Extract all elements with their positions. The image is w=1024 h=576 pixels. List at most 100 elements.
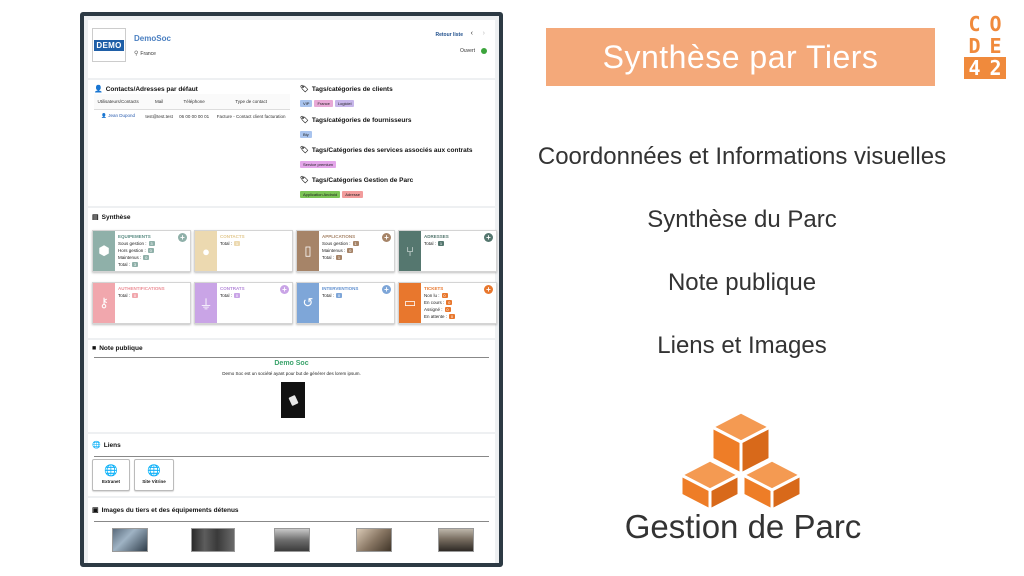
column-header: Téléphone: [175, 94, 213, 110]
contacts-section-title: 👤 Contacts/Adresses par défaut: [94, 85, 198, 94]
add-adresse-button[interactable]: +: [484, 233, 493, 242]
extranet-link-button[interactable]: 🌐 Extranet: [92, 459, 130, 491]
tag-icon: 🏷: [300, 86, 309, 93]
card-line: Total :0: [322, 293, 343, 298]
contact-name-link[interactable]: Jean Dupond: [108, 113, 135, 118]
card-adresses[interactable]: ⑂ ADRESSES Total :1 +: [398, 230, 497, 272]
card-applications[interactable]: ▯ APPLICATIONS Sous gestion :1 Maintenus…: [296, 230, 395, 272]
key-icon: ⚷: [93, 283, 115, 323]
synthese-title: ▤ Synthèse: [92, 213, 131, 222]
tag-badge[interactable]: VIP: [300, 100, 313, 107]
previous-record-button[interactable]: ‹: [471, 30, 473, 37]
image-thumbnail[interactable]: [274, 528, 310, 552]
card-title: AUTHENTIFICATIONS: [118, 286, 165, 291]
tag-badge[interactable]: France: [314, 100, 333, 107]
card-title: EQUIPEMENTS: [118, 234, 151, 239]
card-equipements[interactable]: ⬢ EQUIPEMENTS Sous gestion :3 Hors gesti…: [92, 230, 191, 272]
company-country: ⚲ France: [134, 50, 156, 57]
feature-liens-images: Liens et Images: [657, 332, 827, 359]
globe-icon: 🌐: [104, 465, 118, 477]
add-contrat-button[interactable]: +: [280, 285, 289, 294]
ticket-icon: ▭: [399, 283, 421, 323]
note-icon: ■: [92, 345, 97, 352]
contact-phone: 06 00 00 00 01: [179, 113, 210, 119]
subtitle-gestion-de-parc: Gestion de Parc: [624, 508, 862, 545]
contact-cell: 👤 Jean Dupond: [94, 110, 142, 123]
image-icon: ▣: [92, 507, 99, 514]
divider: [94, 357, 489, 358]
back-to-list-link[interactable]: Retour liste: [435, 32, 463, 38]
tag-icon: 🏷: [300, 177, 309, 184]
status-label: Ouvert: [459, 48, 475, 54]
user-icon: 👤: [94, 86, 103, 93]
liens-title: 🌐 Liens: [92, 441, 121, 450]
note-body: Demo Soc est un société ayant pour but d…: [222, 371, 361, 376]
app-screenshot-frame: DEMO DemoSoc ⚲ France Retour liste ‹ › Ou…: [80, 12, 503, 567]
tag-badge[interactable]: Bty: [300, 131, 312, 138]
tag-badge[interactable]: Logiciel: [334, 100, 355, 107]
tag-badge[interactable]: Service premium: [300, 161, 337, 168]
code42-logo: C O D E 4 2: [964, 13, 1006, 101]
card-line: Total :0: [220, 293, 241, 298]
globe-icon: 🌐: [147, 465, 161, 477]
contact-person-icon: 👤: [101, 113, 107, 118]
tag-badge[interactable]: Adresse: [342, 191, 363, 198]
site-vitrine-link-button[interactable]: 🌐 Site Vitrine: [134, 459, 174, 491]
company-logo: DEMO: [92, 28, 126, 62]
country-label: France: [140, 51, 156, 57]
feature-note: Note publique: [667, 269, 817, 296]
card-contacts[interactable]: ● CONTACTS Total :1: [194, 230, 293, 272]
parc-tags: Application Android Adresse: [300, 191, 363, 198]
history-icon: ↺: [297, 283, 319, 323]
images-section: ▣ Images du tiers et des équipements déte…: [88, 498, 495, 563]
note-image[interactable]: [281, 382, 305, 418]
card-tickets[interactable]: ▭ TICKETS Non lu :0 En cours :0 Assigné …: [398, 282, 497, 324]
column-header: Utilisateurs/Contacts: [94, 94, 143, 110]
add-equipement-button[interactable]: +: [178, 233, 187, 242]
globe-icon: 🌐: [92, 442, 101, 449]
add-intervention-button[interactable]: +: [382, 285, 391, 294]
tag-badge[interactable]: Application Android: [300, 191, 341, 198]
card-line: Maintenus :0: [118, 255, 150, 260]
table-row: 👤 Jean Dupond test@test.test 06 00 00 00…: [94, 110, 290, 123]
images-title: ▣ Images du tiers et des équipements déte…: [92, 506, 239, 515]
image-thumbnail[interactable]: [112, 528, 148, 552]
card-line: Sous gestion :3: [118, 241, 155, 246]
branch-icon: ⑂: [399, 231, 421, 271]
add-application-button[interactable]: +: [382, 233, 391, 242]
note-section: ■ Note publique Demo Soc Demo Soc est un …: [88, 340, 495, 432]
card-line: Total :0: [118, 293, 139, 298]
contacts-table: Utilisateurs/Contacts Mail Téléphone Typ…: [94, 94, 290, 122]
card-line: Sous gestion :1: [322, 241, 359, 246]
card-interventions[interactable]: ↺ INTERVENTIONS Total :0 +: [296, 282, 395, 324]
image-thumbnail[interactable]: [356, 528, 392, 552]
contacts-tags-section: 👤 Contacts/Adresses par défaut Utilisateu…: [88, 80, 495, 206]
cubes-icon: [680, 410, 802, 512]
card-contrats[interactable]: ⏚ CONTRATS Total :0 +: [194, 282, 293, 324]
service-tags: Service premium: [300, 161, 337, 168]
note-title: ■ Note publique: [92, 345, 143, 352]
feature-synthese: Synthèse du Parc: [647, 206, 837, 233]
image-thumbnail[interactable]: [191, 528, 235, 552]
card-authentifications[interactable]: ⚷ AUTHENTIFICATIONS Total :0: [92, 282, 191, 324]
table-header-row: Utilisateurs/Contacts Mail Téléphone Typ…: [94, 94, 290, 110]
card-line: Assigné :0: [424, 307, 451, 312]
card-line: Total :1: [220, 241, 241, 246]
contact-type: Facture - Contact client facturation: [216, 113, 286, 119]
supplier-tags-title: 🏷 Tags/catégories de fournisseurs: [300, 116, 412, 125]
card-line: En cours :0: [424, 300, 453, 305]
card-line: En attente :0: [424, 314, 456, 319]
parc-tags-title: 🏷 Tags/Catégories Gestion de Parc: [300, 176, 414, 185]
company-logo-text: DEMO: [94, 39, 124, 51]
next-record-button[interactable]: ›: [483, 30, 485, 37]
card-title: ADRESSES: [424, 234, 449, 239]
image-thumbnail[interactable]: [438, 528, 474, 552]
map-pin-icon: ⚲: [134, 51, 139, 57]
add-ticket-button[interactable]: +: [484, 285, 493, 294]
client-tags-title: 🏷 Tags/catégories de clients: [300, 85, 393, 94]
cube-icon: ⬢: [93, 231, 115, 271]
card-line: Total :1: [424, 241, 445, 246]
liens-section: 🌐 Liens 🌐 Extranet 🌐 Site Vitrine: [88, 434, 495, 496]
plug-icon: ⏚: [195, 283, 217, 323]
card-title: APPLICATIONS: [322, 234, 356, 239]
